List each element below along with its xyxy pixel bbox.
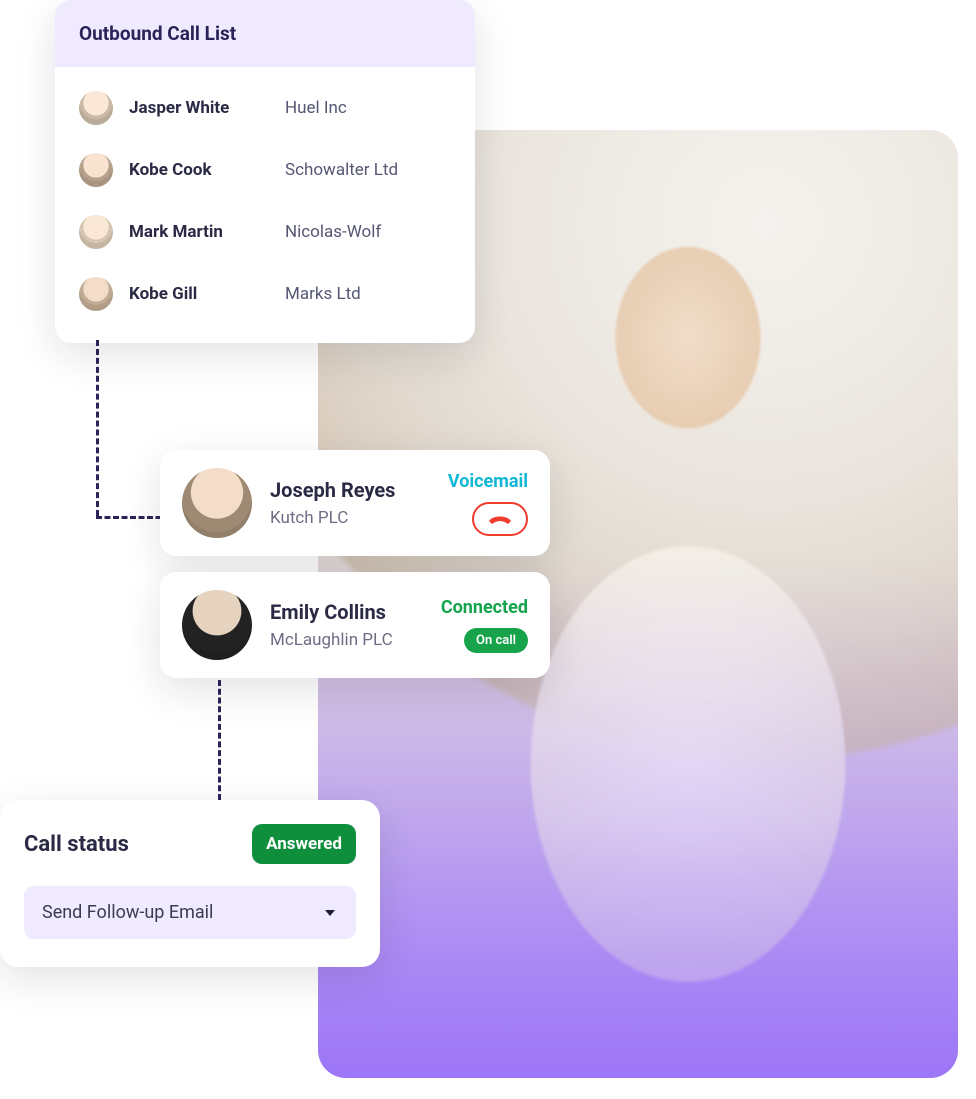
phone-hangup-icon bbox=[487, 512, 513, 526]
call-status-title: Call status bbox=[24, 832, 129, 857]
avatar bbox=[79, 91, 113, 125]
contact-company: Marks Ltd bbox=[285, 284, 361, 304]
call-card-connected[interactable]: Emily Collins McLaughlin PLC Connected O… bbox=[160, 572, 550, 678]
list-item[interactable]: Kobe Cook Schowalter Ltd bbox=[75, 139, 455, 201]
call-status-card: Call status Answered Send Follow-up Emai… bbox=[0, 800, 380, 967]
avatar bbox=[79, 215, 113, 249]
list-item[interactable]: Mark Martin Nicolas-Wolf bbox=[75, 201, 455, 263]
contact-name: Emily Collins bbox=[270, 600, 423, 624]
connector-line bbox=[96, 516, 170, 519]
hero-figure bbox=[498, 190, 878, 1010]
list-item[interactable]: Kobe Gill Marks Ltd bbox=[75, 263, 455, 325]
connector-line bbox=[218, 680, 221, 800]
contact-company: Schowalter Ltd bbox=[285, 160, 398, 180]
avatar bbox=[79, 277, 113, 311]
contact-company: Huel Inc bbox=[285, 98, 347, 118]
chevron-down-icon bbox=[322, 905, 338, 921]
avatar bbox=[182, 468, 252, 538]
call-card-voicemail[interactable]: Joseph Reyes Kutch PLC Voicemail bbox=[160, 450, 550, 556]
contact-company: Nicolas-Wolf bbox=[285, 222, 381, 242]
avatar bbox=[182, 590, 252, 660]
connector-line bbox=[96, 340, 99, 516]
contact-name: Jasper White bbox=[129, 98, 269, 118]
on-call-badge: On call bbox=[464, 628, 528, 653]
call-status-label: Voicemail bbox=[448, 471, 528, 492]
contact-company: McLaughlin PLC bbox=[270, 630, 423, 650]
answered-badge: Answered bbox=[252, 824, 356, 864]
contact-company: Kutch PLC bbox=[270, 508, 430, 528]
followup-action-label: Send Follow-up Email bbox=[42, 902, 213, 923]
hangup-button[interactable] bbox=[472, 502, 528, 536]
outbound-call-list-title: Outbound Call List bbox=[55, 0, 475, 67]
contact-name: Kobe Cook bbox=[129, 160, 269, 180]
followup-action-select[interactable]: Send Follow-up Email bbox=[24, 886, 356, 939]
outbound-call-list-body: Jasper White Huel Inc Kobe Cook Schowalt… bbox=[55, 67, 475, 343]
outbound-call-list-card: Outbound Call List Jasper White Huel Inc… bbox=[55, 0, 475, 343]
avatar bbox=[79, 153, 113, 187]
contact-name: Mark Martin bbox=[129, 222, 269, 242]
contact-name: Kobe Gill bbox=[129, 284, 269, 304]
list-item[interactable]: Jasper White Huel Inc bbox=[75, 77, 455, 139]
call-status-label: Connected bbox=[441, 597, 528, 618]
contact-name: Joseph Reyes bbox=[270, 478, 430, 502]
